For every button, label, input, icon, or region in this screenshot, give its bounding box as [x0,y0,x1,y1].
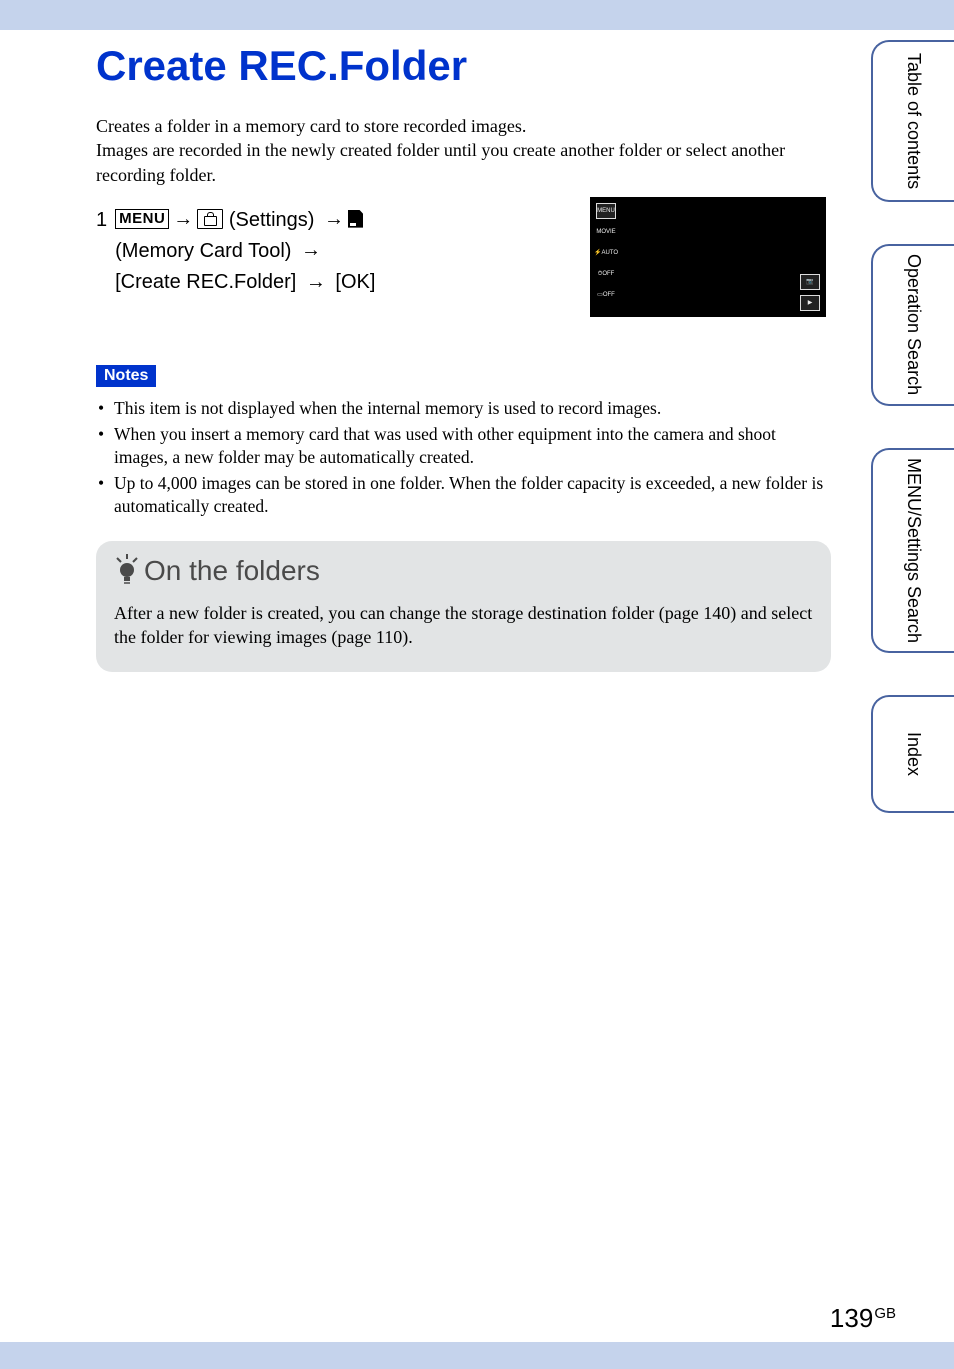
bottom-footer-band [0,1342,954,1369]
thumb-burst-icon: ▭OFF [596,287,616,303]
thumb-flash-icon: ⚡AUTO [596,245,616,261]
note-item: When you insert a memory card that was u… [96,423,831,470]
thumb-left-icons: MENU MOVIE ⚡AUTO ⏱OFF ▭OFF [596,203,616,303]
tab-label: Index [902,732,925,776]
top-header-band [0,0,954,30]
step-area: 1 MENU→ (Settings) → (Memory Card Tool) … [96,205,831,345]
thumb-menu-icon: MENU [596,203,616,219]
tab-menu-settings-search[interactable]: MENU/Settings Search [871,448,954,653]
tab-label: Table of contents [902,53,925,189]
page-content: Create REC.Folder Creates a folder in a … [96,42,831,672]
tab-table-of-contents[interactable]: Table of contents [871,40,954,202]
thumb-right-icons: 📷 ▶ [800,274,820,311]
notes-list: This item is not displayed when the inte… [96,397,831,519]
step-body: MENU→ (Settings) → (Memory Card Tool) → … [115,205,495,299]
intro-paragraph: Creates a folder in a memory card to sto… [96,114,831,187]
note-item: Up to 4,000 images can be stored in one … [96,472,831,519]
page-number: 139GB [830,1303,896,1334]
page-number-suffix: GB [873,1305,896,1322]
tip-box: On the folders After a new folder is cre… [96,541,831,672]
thumb-movie-icon: MOVIE [596,224,616,240]
memory-card-icon [348,210,363,228]
thumb-mode-icon: 📷 [800,274,820,290]
lightbulb-icon [114,554,140,584]
tool-label: (Memory Card Tool) [115,240,297,262]
arrow-icon: → [320,204,348,235]
camera-screen-thumbnail: MENU MOVIE ⚡AUTO ⏱OFF ▭OFF 📷 ▶ [590,197,826,317]
menu-icon: MENU [115,209,169,229]
notes-heading: Notes [96,365,156,387]
page-number-value: 139 [830,1303,873,1333]
step-number: 1 [96,205,107,235]
tip-heading: On the folders [114,555,813,587]
arrow-icon: → [302,267,330,298]
tip-heading-text: On the folders [144,555,320,587]
arrow-icon: → [169,204,197,235]
tab-label: Operation Search [902,254,925,395]
page-title: Create REC.Folder [96,42,831,90]
ok-label: [OK] [330,271,376,293]
tab-operation-search[interactable]: Operation Search [871,244,954,406]
settings-label: (Settings) [223,209,320,231]
tab-label: MENU/Settings Search [902,458,925,643]
note-item: This item is not displayed when the inte… [96,397,831,421]
settings-icon [197,209,223,229]
tab-index[interactable]: Index [871,695,954,813]
thumb-timer-icon: ⏱OFF [596,266,616,282]
side-tabs: Table of contents Operation Search MENU/… [871,40,954,813]
thumb-play-icon: ▶ [800,295,820,311]
tip-body: After a new folder is created, you can c… [114,601,813,650]
create-folder-label: [Create REC.Folder] [115,271,302,293]
arrow-icon: → [297,235,325,266]
